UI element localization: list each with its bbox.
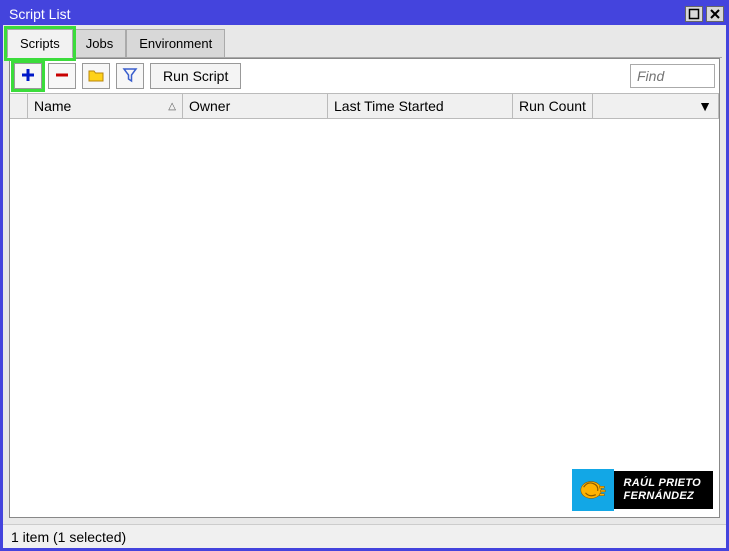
folder-icon	[88, 67, 104, 86]
watermark-text: RAÚL PRIETO FERNÁNDEZ	[614, 471, 713, 509]
tab-label: Environment	[139, 36, 212, 51]
tab-label: Jobs	[86, 36, 113, 51]
find-input[interactable]	[630, 64, 715, 88]
tab-scripts[interactable]: Scripts	[7, 29, 73, 58]
titlebar: Script List	[3, 3, 726, 25]
watermark: RAÚL PRIETO FERNÁNDEZ	[572, 469, 713, 511]
filter-icon	[122, 67, 138, 86]
tab-label: Scripts	[20, 36, 60, 51]
row-selector-header[interactable]	[10, 94, 28, 118]
table-body: RAÚL PRIETO FERNÁNDEZ	[10, 119, 719, 517]
filter-button[interactable]	[116, 63, 144, 89]
sort-asc-icon: △	[168, 101, 176, 112]
run-script-button[interactable]: Run Script	[150, 63, 241, 89]
column-label: Name	[34, 98, 71, 114]
watermark-line2: FERNÁNDEZ	[624, 490, 701, 503]
column-header-menu[interactable]: ▼	[593, 94, 719, 118]
column-header-name[interactable]: Name △	[28, 94, 183, 118]
column-header-owner[interactable]: Owner	[183, 94, 328, 118]
tab-jobs[interactable]: Jobs	[73, 29, 126, 58]
toolbar: Run Script	[10, 59, 719, 93]
open-folder-button[interactable]	[82, 63, 110, 89]
maximize-button[interactable]	[685, 6, 703, 22]
minus-icon	[54, 67, 70, 86]
main-panel: Run Script Name △ Owner Last Time Starte…	[9, 58, 720, 518]
column-header-run-count[interactable]: Run Count	[513, 94, 593, 118]
table-header: Name △ Owner Last Time Started Run Count…	[10, 93, 719, 119]
script-list-window: Script List Scripts Jobs Environment	[0, 0, 729, 551]
column-header-last-time[interactable]: Last Time Started	[328, 94, 513, 118]
add-button[interactable]	[14, 63, 42, 89]
tab-bar: Scripts Jobs Environment	[3, 25, 726, 58]
watermark-line1: RAÚL PRIETO	[624, 477, 701, 490]
chevron-down-icon: ▼	[698, 98, 712, 114]
tab-environment[interactable]: Environment	[126, 29, 225, 58]
remove-button[interactable]	[48, 63, 76, 89]
window-title: Script List	[9, 6, 70, 22]
status-bar: 1 item (1 selected)	[3, 524, 726, 548]
close-button[interactable]	[706, 6, 724, 22]
watermark-logo	[572, 469, 614, 511]
plus-icon	[20, 67, 36, 86]
status-text: 1 item (1 selected)	[11, 529, 126, 545]
